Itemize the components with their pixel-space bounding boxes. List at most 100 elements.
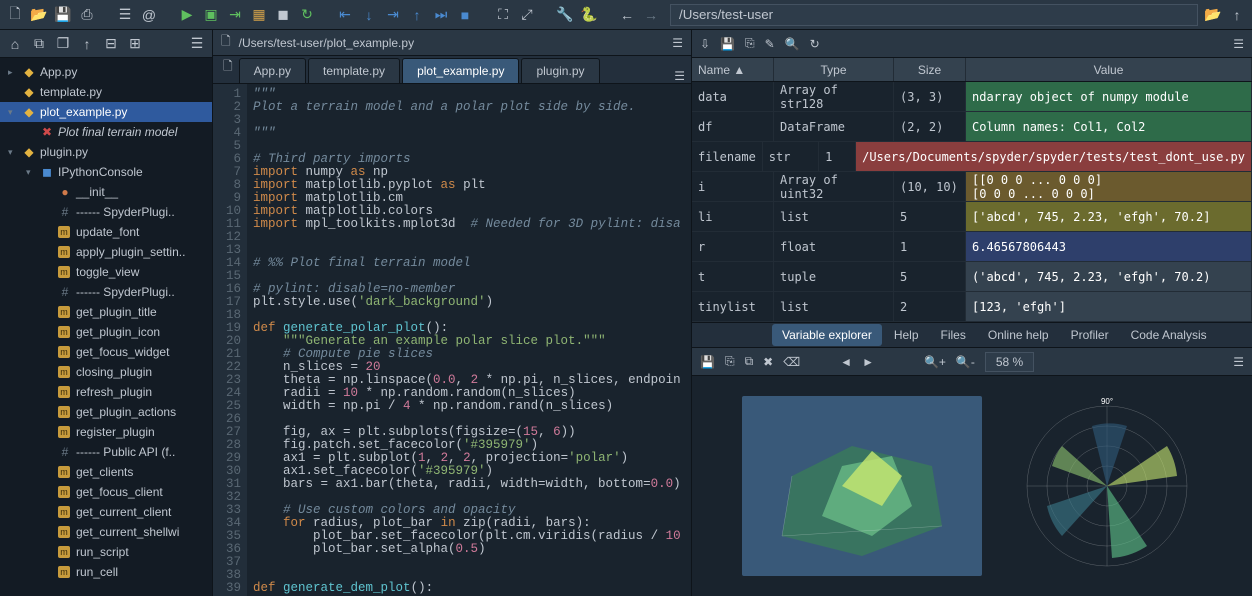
tree-item[interactable]: mclosing_plugin — [0, 362, 212, 382]
plot-prev-icon[interactable]: ◄ — [840, 355, 852, 369]
save-as-icon[interactable]: ⎘ — [745, 36, 755, 51]
editor-tab[interactable]: template.py — [308, 58, 400, 83]
tree-item[interactable]: ▾◆plugin.py — [0, 142, 212, 162]
col-type-header[interactable]: Type — [774, 58, 894, 81]
import-icon[interactable]: ⇩ — [700, 37, 710, 51]
plot-remove-icon[interactable]: ✖ — [763, 355, 773, 369]
col-size-header[interactable]: Size — [894, 58, 966, 81]
debug-stop-icon[interactable]: ■ — [456, 6, 474, 24]
copy-icon[interactable]: ⧉ — [30, 35, 48, 53]
restart-icon[interactable]: ↻ — [298, 6, 316, 24]
tree-item[interactable]: mget_focus_widget — [0, 342, 212, 362]
back-icon[interactable]: ← — [618, 6, 636, 24]
right-pane-tab[interactable]: Help — [884, 324, 929, 346]
plot-next-icon[interactable]: ► — [862, 355, 874, 369]
stop-icon[interactable]: ◼ — [274, 6, 292, 24]
expand-icon[interactable]: ⊞ — [126, 35, 144, 53]
tree-item[interactable]: ●__init__ — [0, 182, 212, 202]
debug-step-over-icon[interactable]: ⇤ — [336, 6, 354, 24]
var-row[interactable]: ttuple5('abcd', 745, 2.23, 'efgh', 70.2) — [692, 262, 1252, 292]
tree-item[interactable]: mget_plugin_actions — [0, 402, 212, 422]
code-editor[interactable]: 1234567891011121314151617181920212223242… — [213, 84, 691, 596]
debug-step-into-icon[interactable]: ↓ — [360, 6, 378, 24]
new-file-icon[interactable]: 🗋 — [6, 6, 24, 24]
run-cell-icon[interactable]: ▣ — [202, 6, 220, 24]
col-name-header[interactable]: Name ▲ — [692, 58, 774, 81]
debug-continue-icon[interactable]: ⏭ — [432, 6, 450, 24]
right-pane-tab[interactable]: Files — [931, 324, 976, 346]
var-row[interactable]: lilist5['abcd', 745, 2.23, 'efgh', 70.2] — [692, 202, 1252, 232]
search-icon[interactable]: 🔍 — [785, 37, 800, 51]
tree-item[interactable]: mapply_plugin_settin.. — [0, 242, 212, 262]
editor-tab-options-icon[interactable]: ☰ — [674, 69, 685, 83]
plot-zoomout-icon[interactable]: 🔍- — [956, 355, 975, 369]
debug-step-out-icon[interactable]: ↑ — [408, 6, 426, 24]
python-path-icon[interactable]: 🐍 — [580, 6, 598, 24]
workingdir-input[interactable] — [670, 4, 1198, 26]
editor-tab[interactable]: plugin.py — [521, 58, 599, 83]
refresh-icon[interactable]: ↻ — [810, 37, 820, 51]
tree-item[interactable]: mget_current_client — [0, 502, 212, 522]
tree-item[interactable]: ▾◆plot_example.py — [0, 102, 212, 122]
save-all-icon[interactable]: ⎙ — [78, 6, 96, 24]
plot-save-icon[interactable]: 💾 — [700, 355, 715, 369]
editor-tab[interactable]: App.py — [239, 58, 306, 83]
var-row[interactable]: filenamestr1/Users/Documents/spyder/spyd… — [692, 142, 1252, 172]
var-row[interactable]: rfloat16.46567806443 — [692, 232, 1252, 262]
plot-removeall-icon[interactable]: ⌫ — [783, 355, 800, 369]
parent-dir-icon[interactable]: ↑ — [1228, 6, 1246, 24]
editor-options-icon[interactable]: ☰ — [672, 36, 683, 50]
collapse-icon[interactable]: ⊟ — [102, 35, 120, 53]
varexp-options-icon[interactable]: ☰ — [1233, 37, 1244, 51]
open-folder-icon[interactable]: 📂 — [30, 6, 48, 24]
tree-item[interactable]: mget_plugin_icon — [0, 322, 212, 342]
tree-item[interactable]: ◆template.py — [0, 82, 212, 102]
tree-item[interactable]: mtoggle_view — [0, 262, 212, 282]
tree-item[interactable]: mrun_script — [0, 542, 212, 562]
forward-icon[interactable]: → — [642, 6, 660, 24]
preferences-icon[interactable]: 🔧 — [556, 6, 574, 24]
tree-item[interactable]: mupdate_font — [0, 222, 212, 242]
right-pane-tab[interactable]: Profiler — [1061, 324, 1119, 346]
run-cell-advance-icon[interactable]: ⇥ — [226, 6, 244, 24]
var-row[interactable]: dataArray of str128(3, 3)ndarray object … — [692, 82, 1252, 112]
tree-item[interactable]: #------ SpyderPlugi.. — [0, 202, 212, 222]
browse-dir-icon[interactable]: 📂 — [1204, 6, 1222, 24]
tab-list-icon[interactable]: 🗋 — [217, 52, 239, 83]
up-icon[interactable]: ↑ — [78, 35, 96, 53]
plot-zoomin-icon[interactable]: 🔍+ — [924, 355, 946, 369]
copy2-icon[interactable]: ❐ — [54, 35, 72, 53]
tree-item[interactable]: mrun_cell — [0, 562, 212, 582]
plot-saveall-icon[interactable]: ⎘ — [725, 354, 735, 369]
tree-item[interactable]: mrefresh_plugin — [0, 382, 212, 402]
run-selection-icon[interactable]: ▦ — [250, 6, 268, 24]
options-icon[interactable]: ☰ — [188, 35, 206, 53]
tree-item[interactable]: mget_focus_client — [0, 482, 212, 502]
col-value-header[interactable]: Value — [966, 58, 1252, 81]
tree-item[interactable]: #------ SpyderPlugi.. — [0, 282, 212, 302]
tree-item[interactable]: ▾◼IPythonConsole — [0, 162, 212, 182]
home-icon[interactable]: ⌂ — [6, 35, 24, 53]
editor-tab[interactable]: plot_example.py — [402, 58, 519, 83]
right-pane-tab[interactable]: Code Analysis — [1121, 324, 1217, 346]
debug-step-icon[interactable]: ⇥ — [384, 6, 402, 24]
var-row[interactable]: dfDataFrame(2, 2)Column names: Col1, Col… — [692, 112, 1252, 142]
plot-copy-icon[interactable]: ⧉ — [745, 354, 754, 369]
tree-item[interactable]: mregister_plugin — [0, 422, 212, 442]
tree-item[interactable]: mget_current_shellwi — [0, 522, 212, 542]
var-row[interactable]: iArray of uint32(10, 10)[[0 0 0 ... 0 0 … — [692, 172, 1252, 202]
tree-item[interactable]: ▸◆App.py — [0, 62, 212, 82]
right-pane-tab[interactable]: Variable explorer — [772, 324, 882, 346]
clear-icon[interactable]: ✎ — [765, 37, 775, 51]
tree-item[interactable]: mget_clients — [0, 462, 212, 482]
var-row[interactable]: tinylistlist2[123, 'efgh'] — [692, 292, 1252, 322]
outline-icon[interactable]: ☰ — [116, 6, 134, 24]
right-pane-tab[interactable]: Online help — [978, 324, 1059, 346]
save-icon[interactable]: 💾 — [54, 6, 72, 24]
maximize-icon[interactable]: ⛶ — [494, 6, 512, 24]
fullscreen-icon[interactable]: ⤢ — [518, 6, 536, 24]
tree-item[interactable]: mget_plugin_title — [0, 302, 212, 322]
tree-item[interactable]: #------ Public API (f.. — [0, 442, 212, 462]
run-icon[interactable]: ▶ — [178, 6, 196, 24]
tree-item[interactable]: ✖Plot final terrain model — [0, 122, 212, 142]
